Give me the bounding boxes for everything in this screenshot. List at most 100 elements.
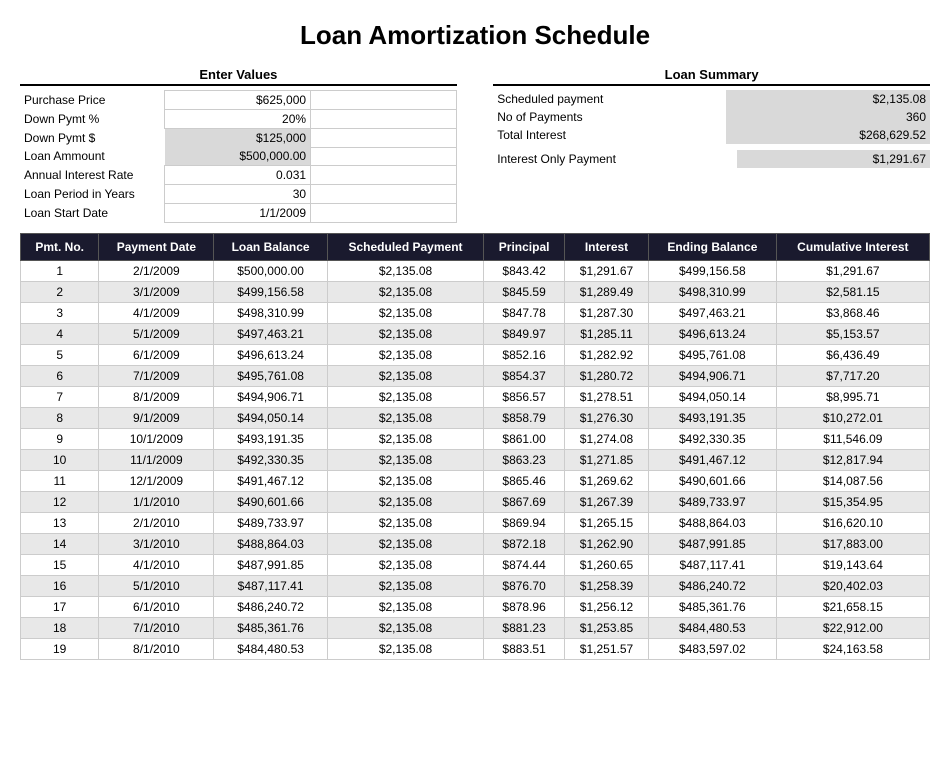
table-cell: 11 bbox=[21, 471, 99, 492]
enter-values-value[interactable]: 0.031 bbox=[165, 166, 311, 185]
table-cell: $490,601.66 bbox=[214, 492, 327, 513]
table-cell: $2,135.08 bbox=[327, 597, 483, 618]
table-cell: 19 bbox=[21, 639, 99, 660]
table-cell: $485,361.76 bbox=[214, 618, 327, 639]
table-cell: $491,467.12 bbox=[649, 450, 777, 471]
table-row: 132/1/2010$489,733.97$2,135.08$869.94$1,… bbox=[21, 513, 930, 534]
table-cell: $487,991.85 bbox=[649, 534, 777, 555]
loan-summary-title: Loan Summary bbox=[493, 67, 930, 86]
enter-values-section: Enter Values Purchase Price$625,000Down … bbox=[20, 67, 457, 223]
table-cell: $493,191.35 bbox=[214, 429, 327, 450]
enter-values-value[interactable]: $125,000 bbox=[165, 129, 311, 148]
table-cell: $2,135.08 bbox=[327, 513, 483, 534]
table-cell: $1,285.11 bbox=[565, 324, 649, 345]
table-cell: $1,253.85 bbox=[565, 618, 649, 639]
table-cell: $8,995.71 bbox=[776, 387, 929, 408]
table-header: Pmt. No.Payment DateLoan BalanceSchedule… bbox=[21, 234, 930, 261]
table-cell: $2,135.08 bbox=[327, 261, 483, 282]
table-cell: $484,480.53 bbox=[214, 639, 327, 660]
table-cell: $488,864.03 bbox=[649, 513, 777, 534]
table-cell: $2,135.08 bbox=[327, 366, 483, 387]
enter-values-value[interactable]: 1/1/2009 bbox=[165, 204, 311, 223]
table-cell: $2,135.08 bbox=[327, 303, 483, 324]
table-cell: $1,274.08 bbox=[565, 429, 649, 450]
table-cell: $488,864.03 bbox=[214, 534, 327, 555]
table-cell: $1,267.39 bbox=[565, 492, 649, 513]
table-cell: 1/1/2010 bbox=[99, 492, 214, 513]
table-cell: $483,597.02 bbox=[649, 639, 777, 660]
table-cell: $487,991.85 bbox=[214, 555, 327, 576]
loan-summary-value: 360 bbox=[726, 108, 930, 126]
table-cell: $494,050.14 bbox=[214, 408, 327, 429]
table-cell: $494,906.71 bbox=[649, 366, 777, 387]
table-cell: 1 bbox=[21, 261, 99, 282]
table-cell: $2,581.15 bbox=[776, 282, 929, 303]
enter-values-value[interactable]: $625,000 bbox=[165, 91, 311, 110]
table-cell: $494,906.71 bbox=[214, 387, 327, 408]
table-cell: 4 bbox=[21, 324, 99, 345]
enter-values-value[interactable]: 20% bbox=[165, 110, 311, 129]
table-row: 56/1/2009$496,613.24$2,135.08$852.16$1,2… bbox=[21, 345, 930, 366]
table-cell: $2,135.08 bbox=[327, 450, 483, 471]
table-cell: $22,912.00 bbox=[776, 618, 929, 639]
table-cell: $1,291.67 bbox=[565, 261, 649, 282]
table-row: 12/1/2009$500,000.00$2,135.08$843.42$1,2… bbox=[21, 261, 930, 282]
table-cell: $14,087.56 bbox=[776, 471, 929, 492]
table-cell: $876.70 bbox=[484, 576, 565, 597]
table-cell: 10/1/2009 bbox=[99, 429, 214, 450]
enter-values-label: Annual Interest Rate bbox=[20, 166, 165, 185]
table-cell: 12 bbox=[21, 492, 99, 513]
table-cell: $854.37 bbox=[484, 366, 565, 387]
table-cell: $500,000.00 bbox=[214, 261, 327, 282]
table-cell: 18 bbox=[21, 618, 99, 639]
table-cell: $497,463.21 bbox=[214, 324, 327, 345]
table-cell: $861.00 bbox=[484, 429, 565, 450]
table-cell: $19,143.64 bbox=[776, 555, 929, 576]
table-cell: $1,262.90 bbox=[565, 534, 649, 555]
enter-values-value[interactable]: $500,000.00 bbox=[165, 147, 311, 166]
table-cell: $869.94 bbox=[484, 513, 565, 534]
table-cell: 12/1/2009 bbox=[99, 471, 214, 492]
table-cell: 5/1/2010 bbox=[99, 576, 214, 597]
interest-only-table: Interest Only Payment $1,291.67 bbox=[493, 150, 930, 168]
table-cell: $883.51 bbox=[484, 639, 565, 660]
table-row: 34/1/2009$498,310.99$2,135.08$847.78$1,2… bbox=[21, 303, 930, 324]
table-cell: $1,289.49 bbox=[565, 282, 649, 303]
table-row: 910/1/2009$493,191.35$2,135.08$861.00$1,… bbox=[21, 429, 930, 450]
table-cell: $1,291.67 bbox=[776, 261, 929, 282]
enter-values-label: Loan Ammount bbox=[20, 147, 165, 166]
table-row: 89/1/2009$494,050.14$2,135.08$858.79$1,2… bbox=[21, 408, 930, 429]
table-cell: 8/1/2010 bbox=[99, 639, 214, 660]
table-cell: $12,817.94 bbox=[776, 450, 929, 471]
table-cell: 4/1/2010 bbox=[99, 555, 214, 576]
table-cell: $499,156.58 bbox=[214, 282, 327, 303]
enter-values-table: Purchase Price$625,000Down Pymt %20%Down… bbox=[20, 90, 457, 223]
table-cell: $1,258.39 bbox=[565, 576, 649, 597]
table-cell: 6/1/2010 bbox=[99, 597, 214, 618]
table-cell: $1,287.30 bbox=[565, 303, 649, 324]
table-cell: $843.42 bbox=[484, 261, 565, 282]
table-cell: 3 bbox=[21, 303, 99, 324]
table-cell: $7,717.20 bbox=[776, 366, 929, 387]
enter-values-label: Loan Period in Years bbox=[20, 185, 165, 204]
table-row: 23/1/2009$499,156.58$2,135.08$845.59$1,2… bbox=[21, 282, 930, 303]
table-cell: $2,135.08 bbox=[327, 555, 483, 576]
table-cell: $1,260.65 bbox=[565, 555, 649, 576]
table-cell: $2,135.08 bbox=[327, 345, 483, 366]
table-cell: $486,240.72 bbox=[214, 597, 327, 618]
table-cell: 14 bbox=[21, 534, 99, 555]
enter-values-row: Down Pymt $$125,000 bbox=[20, 129, 456, 148]
interest-only-label: Interest Only Payment bbox=[493, 150, 737, 168]
table-cell: $489,733.97 bbox=[214, 513, 327, 534]
table-cell: 5/1/2009 bbox=[99, 324, 214, 345]
table-cell: $492,330.35 bbox=[649, 429, 777, 450]
enter-values-label: Down Pymt $ bbox=[20, 129, 165, 148]
enter-values-value[interactable]: 30 bbox=[165, 185, 311, 204]
loan-summary-label: Scheduled payment bbox=[493, 90, 726, 108]
table-cell: $1,251.57 bbox=[565, 639, 649, 660]
table-cell: $852.16 bbox=[484, 345, 565, 366]
column-header: Ending Balance bbox=[649, 234, 777, 261]
enter-values-label: Down Pymt % bbox=[20, 110, 165, 129]
table-row: 121/1/2010$490,601.66$2,135.08$867.69$1,… bbox=[21, 492, 930, 513]
table-cell: $16,620.10 bbox=[776, 513, 929, 534]
